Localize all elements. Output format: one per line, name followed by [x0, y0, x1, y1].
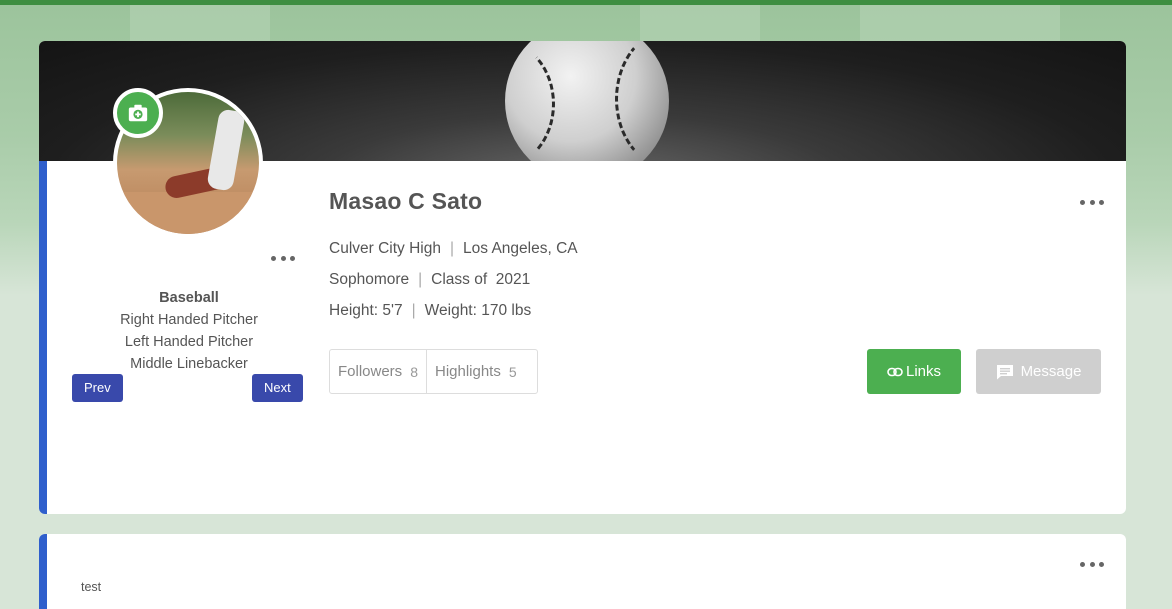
- profile-name: Masao C Sato: [329, 188, 483, 214]
- message-icon: [996, 364, 1013, 379]
- position-item: Middle Linebacker: [130, 356, 248, 372]
- highlights-stat[interactable]: Highlights 5: [425, 350, 525, 393]
- stats-group: Followers 8 Highlights 5: [329, 349, 538, 394]
- profile-more-icon[interactable]: [1080, 197, 1104, 207]
- post-more-icon[interactable]: [1080, 559, 1104, 569]
- link-icon: [887, 367, 903, 376]
- measurements-line: Height: 5'7 | Weight: 170 lbs: [329, 302, 532, 319]
- grade-line: Sophomore | Class of 2021: [329, 271, 531, 288]
- card-accent: [39, 161, 47, 514]
- class-year: Class of 2021: [431, 271, 531, 288]
- highlights-label: Highlights: [434, 363, 501, 380]
- profile-card: Baseball Right Handed Pitcher Left Hande…: [39, 41, 1126, 514]
- card-accent: [39, 534, 47, 609]
- links-label: Links: [905, 363, 942, 380]
- links-button[interactable]: Links: [867, 349, 961, 394]
- followers-stat[interactable]: Followers 8: [330, 350, 426, 393]
- sport-label: Baseball: [159, 290, 219, 306]
- message-button[interactable]: Message: [976, 349, 1101, 394]
- school-name: Culver City High: [329, 240, 441, 257]
- message-label: Message: [1020, 363, 1082, 380]
- baseball-cover-image: [505, 41, 669, 161]
- avatar-more-icon[interactable]: [271, 253, 295, 263]
- followers-label: Followers: [338, 363, 403, 380]
- prev-button[interactable]: Prev: [72, 374, 123, 402]
- school-location: Los Angeles, CA: [463, 240, 578, 257]
- post-card: test: [39, 534, 1126, 609]
- school-line: Culver City High | Los Angeles, CA: [329, 240, 578, 257]
- positions-panel: Baseball Right Handed Pitcher Left Hande…: [89, 287, 289, 375]
- highlights-count: 5: [508, 363, 517, 380]
- height: Height: 5'7: [329, 302, 403, 319]
- next-button[interactable]: Next: [252, 374, 303, 402]
- post-text: test: [81, 580, 102, 594]
- weight: Weight: 170 lbs: [424, 302, 532, 319]
- grade: Sophomore: [329, 271, 410, 288]
- camera-add-icon[interactable]: [113, 88, 163, 138]
- followers-count: 8: [410, 363, 418, 380]
- position-item: Right Handed Pitcher: [120, 312, 258, 328]
- position-item: Left Handed Pitcher: [124, 334, 254, 350]
